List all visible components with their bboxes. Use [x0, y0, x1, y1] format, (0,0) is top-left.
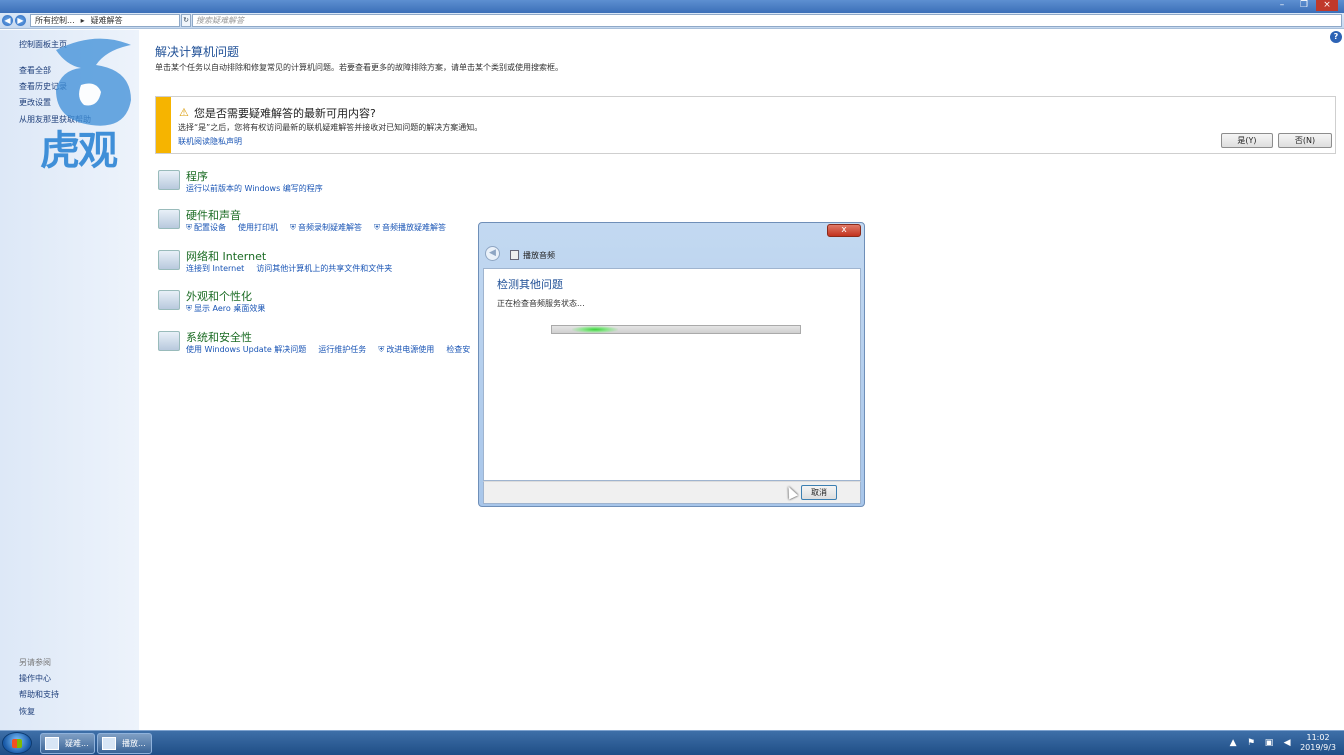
category-link[interactable]: 运行维护任务: [318, 344, 366, 355]
category-link-label[interactable]: 音频录制疑难解答: [298, 223, 362, 232]
dialog-close-button[interactable]: x: [827, 224, 861, 237]
category-link[interactable]: ⛨ 改进电源使用: [378, 344, 434, 355]
taskbar-item-troubleshoot[interactable]: 疑难...: [40, 733, 95, 754]
taskbar-item-label: 疑难...: [65, 739, 89, 748]
audio-app-icon: [102, 737, 116, 750]
appearance-icon: [158, 290, 180, 310]
address-row: ◀ ▶ 所有控制... ▸ 疑难解答 ↻ 搜索疑难解答: [0, 13, 1344, 29]
dialog-back-button[interactable]: ◀: [485, 246, 500, 261]
category-title[interactable]: 程序: [186, 168, 208, 184]
hardware-icon: [158, 209, 180, 229]
category-title[interactable]: 硬件和声音: [186, 207, 241, 223]
network-icon[interactable]: ▣: [1264, 738, 1274, 748]
taskbar-item-label: 播放...: [122, 739, 146, 748]
category-title[interactable]: 系统和安全性: [186, 329, 252, 345]
network-icon: [158, 250, 180, 270]
shield-icon: ⛨: [290, 223, 296, 232]
category-system-security: 系统和安全性 使用 Windows Update 解决问题 运行维护任务 ⛨ 改进…: [158, 329, 483, 359]
close-button[interactable]: ×: [1316, 0, 1338, 11]
taskbar: 疑难... 播放... ▲ ⚑ ▣ ◀ 11:02 2019/9/3: [0, 730, 1344, 755]
clock[interactable]: 11:02 2019/9/3: [1300, 733, 1336, 753]
page-title: 解决计算机问题: [155, 45, 240, 59]
system-tray: ▲ ⚑ ▣ ◀ 11:02 2019/9/3: [1228, 731, 1344, 755]
security-icon: [158, 331, 180, 351]
category-appearance: 外观和个性化 ⛨ 显示 Aero 桌面效果: [158, 288, 478, 318]
sidebar-link-action-center[interactable]: 操作中心: [19, 673, 51, 684]
search-input[interactable]: 搜索疑难解答: [192, 14, 1342, 27]
category-link[interactable]: 使用 Windows Update 解决问题: [186, 344, 306, 355]
progress-glow: [572, 326, 618, 333]
category-hardware-sound: 硬件和声音 ⛨ 配置设备 使用打印机 ⛨ 音频录制疑难解答 ⛨ 音频播放疑难解答: [158, 207, 478, 237]
category-link-label[interactable]: 改进电源使用: [386, 345, 434, 354]
category-link[interactable]: 运行以前版本的 Windows 编写的程序: [186, 183, 323, 194]
update-infobar: ⚠ 您是否需要疑难解答的最新可用内容? 选择“是”之后，您将有权访问最新的联机疑…: [155, 96, 1336, 154]
warning-icon: ⚠: [179, 106, 189, 119]
taskbar-item-play-audio[interactable]: 播放...: [97, 733, 152, 754]
category-link[interactable]: 使用打印机: [238, 222, 278, 233]
address-bar[interactable]: 所有控制... ▸ 疑难解答: [30, 14, 180, 27]
category-link[interactable]: 连接到 Internet: [186, 263, 244, 274]
progress-bar: [551, 325, 801, 334]
tray-expand-icon[interactable]: ▲: [1228, 738, 1238, 748]
infobar-stripe: [156, 97, 171, 153]
dialog-heading: 检测其他问题: [497, 278, 563, 291]
dialog-body: 检测其他问题 正在检查音频服务状态...: [483, 268, 861, 481]
cancel-button[interactable]: 取消: [801, 485, 837, 500]
audio-app-icon: [510, 250, 519, 260]
infobar-question: 您是否需要疑难解答的最新可用内容?: [194, 107, 376, 120]
help-icon[interactable]: ?: [1330, 31, 1342, 43]
shield-icon: ⛨: [378, 345, 385, 354]
category-link-label[interactable]: 配置设备: [194, 223, 226, 232]
troubleshooter-dialog: x ◀ 播放音频 检测其他问题 正在检查音频服务状态... 取消: [478, 222, 865, 507]
forward-button[interactable]: ▶: [15, 15, 26, 26]
minimize-button[interactable]: –: [1272, 0, 1292, 11]
start-button[interactable]: [2, 732, 32, 754]
category-link-label[interactable]: 音频播放疑难解答: [382, 223, 446, 232]
category-link[interactable]: 检查安: [446, 344, 470, 355]
clock-date: 2019/9/3: [1300, 743, 1336, 752]
sidebar-link-help[interactable]: 帮助和支持: [19, 689, 59, 700]
dialog-status-text: 正在检查音频服务状态...: [497, 299, 585, 308]
dialog-footer: 取消: [483, 481, 861, 504]
refresh-button[interactable]: ↻: [181, 14, 191, 27]
yes-button[interactable]: 是(Y): [1221, 133, 1273, 148]
privacy-link[interactable]: 联机阅读隐私声明: [178, 136, 242, 147]
category-link[interactable]: 访问其他计算机上的共享文件和文件夹: [256, 263, 392, 274]
category-link[interactable]: ⛨ 显示 Aero 桌面效果: [186, 303, 265, 314]
programs-icon: [158, 170, 180, 190]
maximize-button[interactable]: ❐: [1294, 0, 1314, 11]
category-link[interactable]: ⛨ 配置设备: [186, 222, 226, 233]
shield-icon: ⛨: [186, 304, 192, 313]
shield-icon: ⛨: [186, 223, 192, 232]
category-title[interactable]: 外观和个性化: [186, 288, 252, 304]
sidebar-link-recovery[interactable]: 恢复: [19, 706, 35, 717]
action-center-icon[interactable]: ⚑: [1246, 738, 1256, 748]
see-also-heading: 另请参阅: [19, 658, 51, 667]
category-link-label[interactable]: 显示 Aero 桌面效果: [194, 304, 265, 313]
category-programs: 程序 运行以前版本的 Windows 编写的程序: [158, 168, 478, 198]
watermark-text: 虎观: [40, 128, 118, 174]
category-title[interactable]: 网络和 Internet: [186, 248, 266, 264]
dialog-app-title: 播放音频: [523, 251, 555, 260]
volume-icon[interactable]: ◀: [1282, 738, 1292, 748]
category-network: 网络和 Internet 连接到 Internet 访问其他计算机上的共享文件和…: [158, 248, 478, 278]
page-description: 单击某个任务以自动排除和修复常见的计算机问题。若要查看更多的故障排除方案，请单击…: [155, 63, 563, 72]
shield-icon: ⛨: [374, 223, 380, 232]
breadcrumb-separator: ▸: [80, 16, 85, 25]
control-panel-icon: [45, 737, 59, 750]
breadcrumb-item[interactable]: 疑难解答: [91, 15, 123, 26]
category-link[interactable]: ⛨ 音频录制疑难解答: [290, 222, 362, 233]
back-button[interactable]: ◀: [2, 15, 13, 26]
category-link[interactable]: ⛨ 音频播放疑难解答: [374, 222, 446, 233]
clock-time: 11:02: [1306, 733, 1330, 742]
infobar-description: 选择“是”之后，您将有权访问最新的联机疑难解答并接收对已知问题的解决方案通知。: [178, 123, 483, 132]
title-bar: – ❐ ×: [0, 0, 1344, 13]
breadcrumb-item[interactable]: 所有控制...: [35, 15, 75, 26]
no-button[interactable]: 否(N): [1278, 133, 1332, 148]
